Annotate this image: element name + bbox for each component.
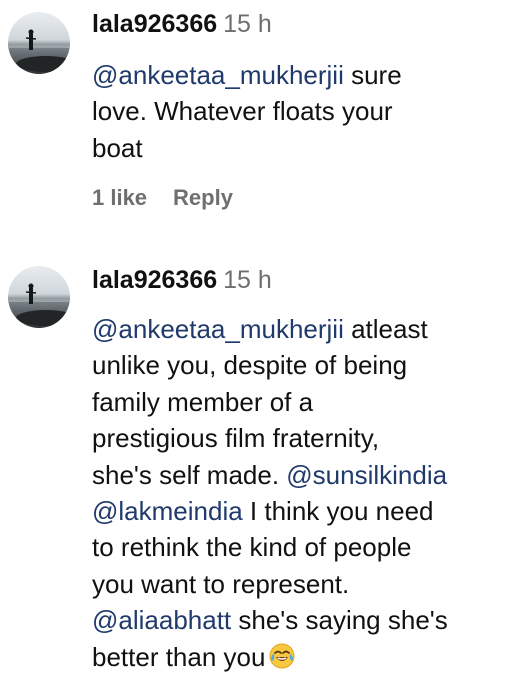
- comment-line: @ankeetaa_mukherjii sure: [92, 57, 511, 93]
- text-span: atleast: [343, 314, 428, 344]
- reply-button[interactable]: Reply: [173, 184, 233, 212]
- text-span: prestigious film fraternity,: [92, 423, 380, 454]
- comment-line: unlike you, despite of being: [92, 347, 511, 383]
- comment-line: family member of a: [92, 384, 511, 420]
- avatar[interactable]: [8, 266, 70, 328]
- mention-link[interactable]: @ankeetaa_mukherjii: [92, 314, 344, 344]
- text-span: I think you need: [242, 496, 434, 527]
- text-span: you want to represent.: [92, 568, 350, 599]
- comment-text: @ankeetaa_mukherjii sure love. Whatever …: [92, 57, 511, 166]
- text-span: unlike you, despite of being: [92, 350, 408, 381]
- timestamp[interactable]: 15 h: [223, 10, 272, 38]
- text-span: love. Whatever floats your: [92, 96, 393, 127]
- comment-line: love. Whatever floats your: [92, 93, 511, 129]
- username[interactable]: lala926366: [92, 266, 217, 294]
- comment-actions: 1 like Reply: [92, 184, 511, 212]
- avatar-beach-image: [8, 12, 70, 74]
- text-span: she's saying she's: [231, 605, 448, 636]
- text-span: sure: [343, 60, 402, 90]
- avatar[interactable]: [8, 12, 70, 74]
- comment-line: better than you: [92, 639, 511, 678]
- comment-line: @ankeetaa_mukherjii atleast: [92, 311, 511, 347]
- text-span: family member of a: [92, 386, 314, 417]
- comment-header: lala926366 15 h: [92, 9, 511, 40]
- text-span: she's self made.: [92, 459, 287, 490]
- text-span: to rethink the kind of people: [92, 532, 412, 563]
- mention-link[interactable]: @sunsilkindia: [286, 460, 447, 490]
- comment-header: lala926366 15 h: [92, 265, 511, 296]
- mention-link[interactable]: @lakmeindia: [92, 496, 243, 526]
- mention-link[interactable]: @ankeetaa_mukherjii: [92, 60, 344, 90]
- face-with-tears-of-joy-icon: [269, 642, 295, 678]
- comment-line: she's self made. @sunsilkindia: [92, 457, 511, 493]
- comment-line: boat: [92, 130, 511, 166]
- text-span: boat: [92, 132, 143, 163]
- comment-line: to rethink the kind of people: [92, 529, 511, 565]
- username[interactable]: lala926366: [92, 10, 217, 38]
- likes-count[interactable]: 1 like: [92, 184, 147, 212]
- comment-line: @lakmeindia I think you need: [92, 493, 511, 529]
- avatar-beach-image: [8, 266, 70, 328]
- text-span: better than you: [92, 641, 266, 672]
- comment-text: @ankeetaa_mukherjii atleast unlike you, …: [92, 311, 511, 678]
- mention-link[interactable]: @aliaabhatt: [92, 605, 231, 635]
- comment-line: @aliaabhatt she's saying she's: [92, 602, 511, 638]
- timestamp[interactable]: 15 h: [223, 266, 272, 294]
- comment-line: prestigious film fraternity,: [92, 420, 511, 456]
- comment-line: you want to represent.: [92, 566, 511, 602]
